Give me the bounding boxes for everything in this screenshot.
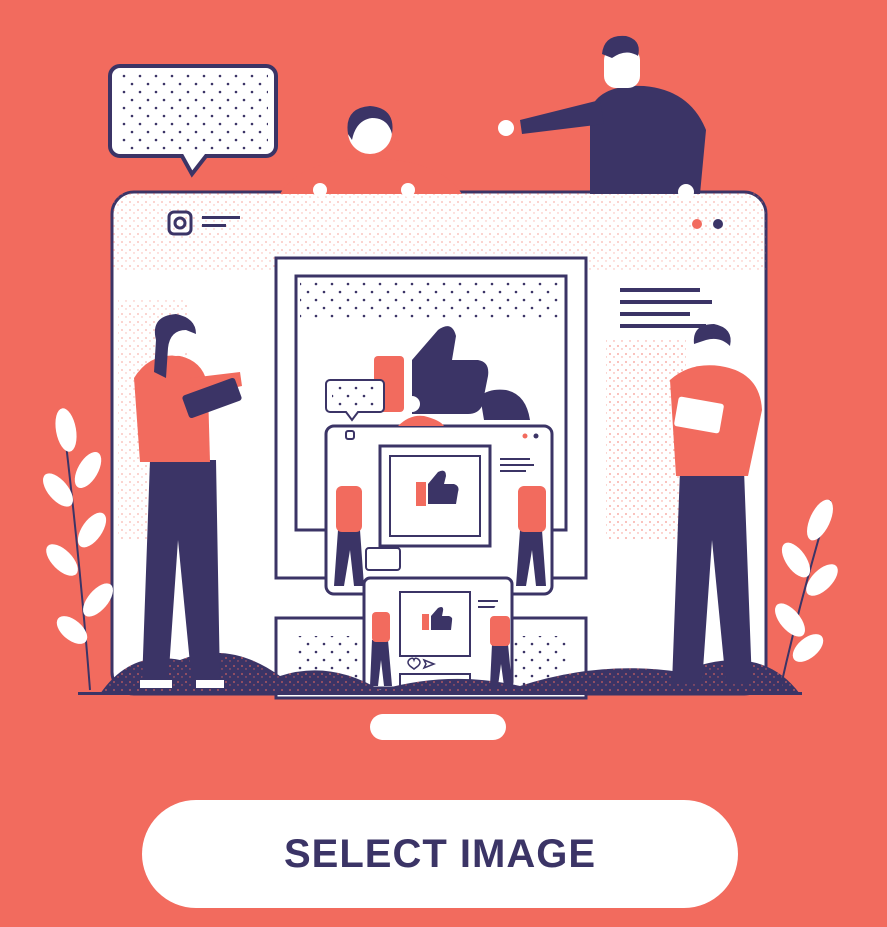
person-man-top (498, 35, 706, 200)
person-woman-top (280, 106, 462, 197)
speech-bubble-icon (365, 547, 401, 571)
home-indicator (370, 714, 506, 740)
select-image-label: SELECT IMAGE (283, 831, 597, 876)
plant-right (775, 499, 838, 691)
plant-left (43, 408, 113, 691)
illustration (43, 35, 838, 740)
select-image-button[interactable]: SELECT IMAGE (142, 800, 738, 908)
speech-bubble-icon (108, 64, 278, 178)
